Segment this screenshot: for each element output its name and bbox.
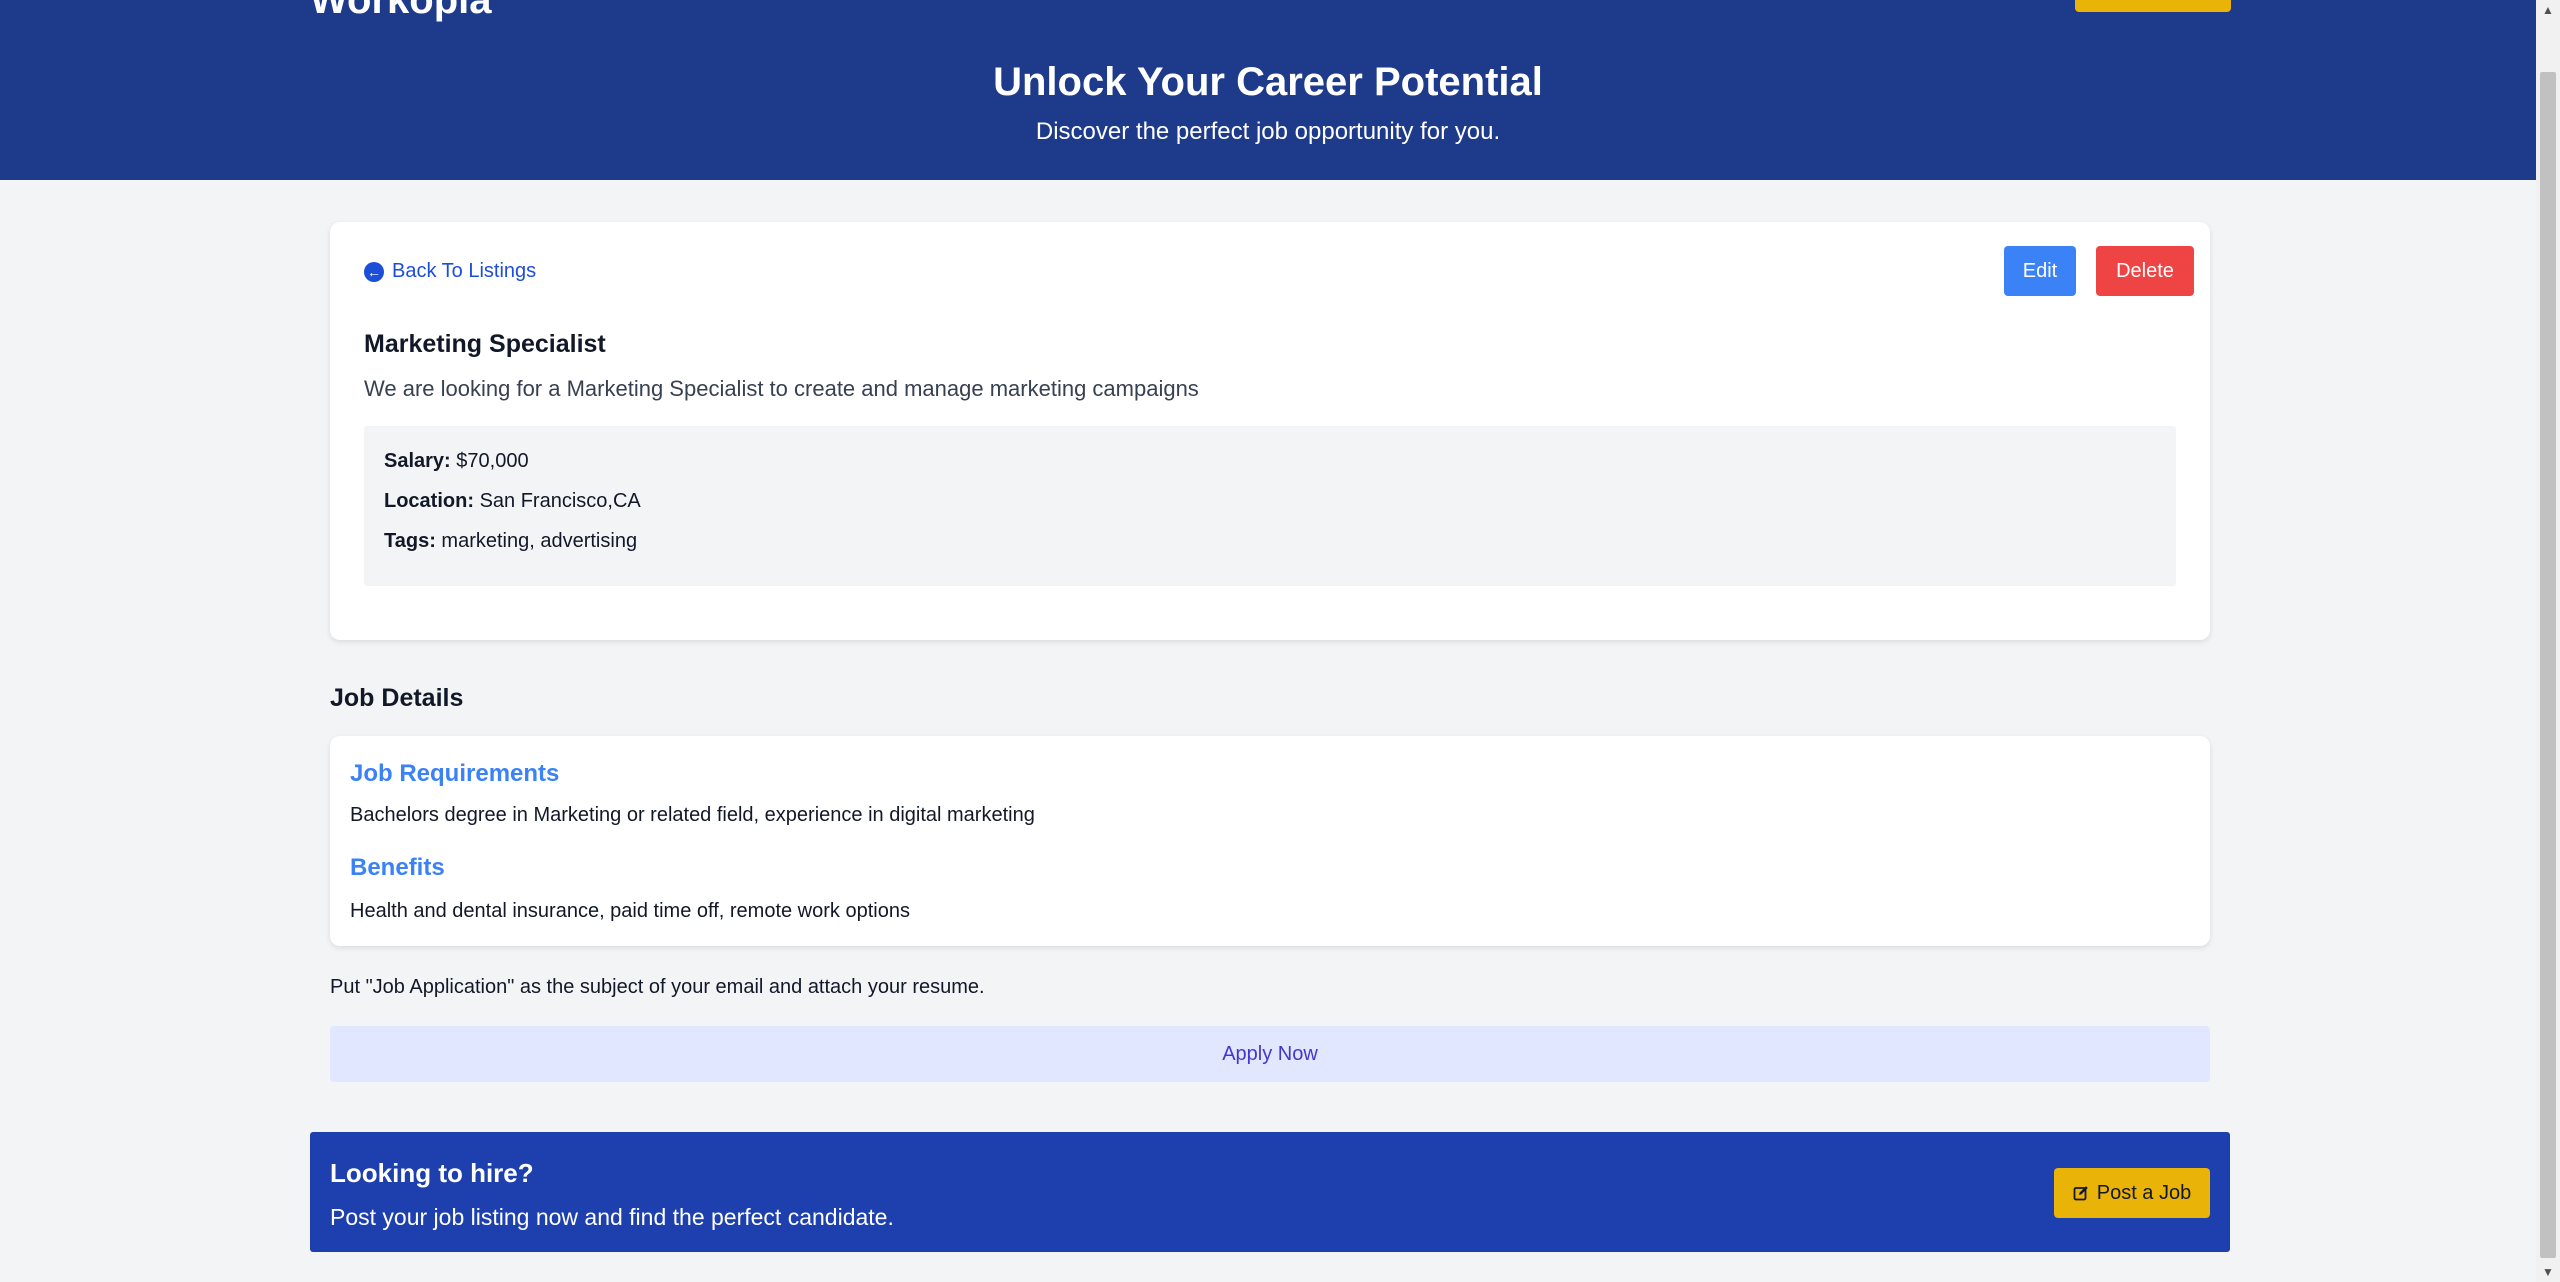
hero-subtitle: Discover the perfect job opportunity for…	[1035, 118, 1501, 145]
hire-banner-title: Looking to hire?	[330, 1158, 534, 1188]
scrollbar-thumb[interactable]	[2540, 72, 2556, 1258]
apply-now-button[interactable]: Apply Now	[330, 1026, 2210, 1082]
hire-banner: Looking to hire? Post your job listing n…	[310, 1132, 2230, 1252]
site-header: Workopia Unlock Your Career Potential Di…	[0, 0, 2536, 180]
post-a-job-label: Post a Job	[2096, 1181, 2192, 1204]
hire-banner-subtitle: Post your job listing now and find the p…	[330, 1204, 894, 1230]
job-title: Marketing Specialist	[364, 330, 606, 358]
post-a-job-button[interactable]: Post a Job	[2054, 1168, 2210, 1218]
job-listing-card: ← Back To Listings Edit Delete Marketing…	[330, 222, 2210, 640]
scroll-up-arrow-icon[interactable]: ▲	[2536, 0, 2560, 20]
job-description: We are looking for a Marketing Specialis…	[364, 376, 1199, 401]
job-details-heading: Job Details	[330, 684, 464, 712]
header-post-job-button[interactable]	[2075, 0, 2231, 12]
brand-logo[interactable]: Workopia	[310, 0, 492, 23]
requirements-text: Bachelors degree in Marketing or related…	[350, 804, 1035, 826]
salary-row: Salary: $70,000	[384, 450, 529, 473]
back-link-label: Back To Listings	[392, 260, 537, 282]
page: Workopia Unlock Your Career Potential Di…	[0, 0, 2536, 1282]
job-details-card: Job Requirements Bachelors degree in Mar…	[330, 736, 2210, 946]
back-to-listings-link[interactable]: ← Back To Listings	[364, 260, 536, 283]
tags-row: Tags: marketing, advertising	[384, 530, 637, 553]
requirements-heading: Job Requirements	[350, 760, 560, 787]
arrow-circle-left-icon: ←	[364, 261, 384, 282]
edit-button[interactable]: Edit	[2004, 246, 2076, 296]
location-row: Location: San Francisco,CA	[384, 490, 641, 513]
location-label: Location:	[384, 490, 474, 512]
delete-button[interactable]: Delete	[2096, 246, 2194, 296]
tags-label: Tags:	[384, 530, 436, 552]
vertical-scrollbar[interactable]: ▲ ▼	[2536, 0, 2560, 1282]
benefits-text: Health and dental insurance, paid time o…	[350, 900, 910, 922]
scroll-down-arrow-icon[interactable]: ▼	[2536, 1262, 2560, 1282]
benefits-heading: Benefits	[350, 854, 445, 881]
location-value: San Francisco,CA	[479, 490, 641, 512]
salary-label: Salary:	[384, 450, 451, 472]
hero-title: Unlock Your Career Potential	[993, 60, 1543, 104]
tags-value: marketing, advertising	[441, 530, 638, 552]
salary-value: $70,000	[456, 450, 529, 472]
job-info-box: Salary: $70,000 Location: San Francisco,…	[364, 426, 2176, 586]
apply-instructions: Put "Job Application" as the subject of …	[330, 976, 985, 998]
top-nav	[1920, 0, 2010, 6]
edit-icon	[2073, 1186, 2088, 1201]
